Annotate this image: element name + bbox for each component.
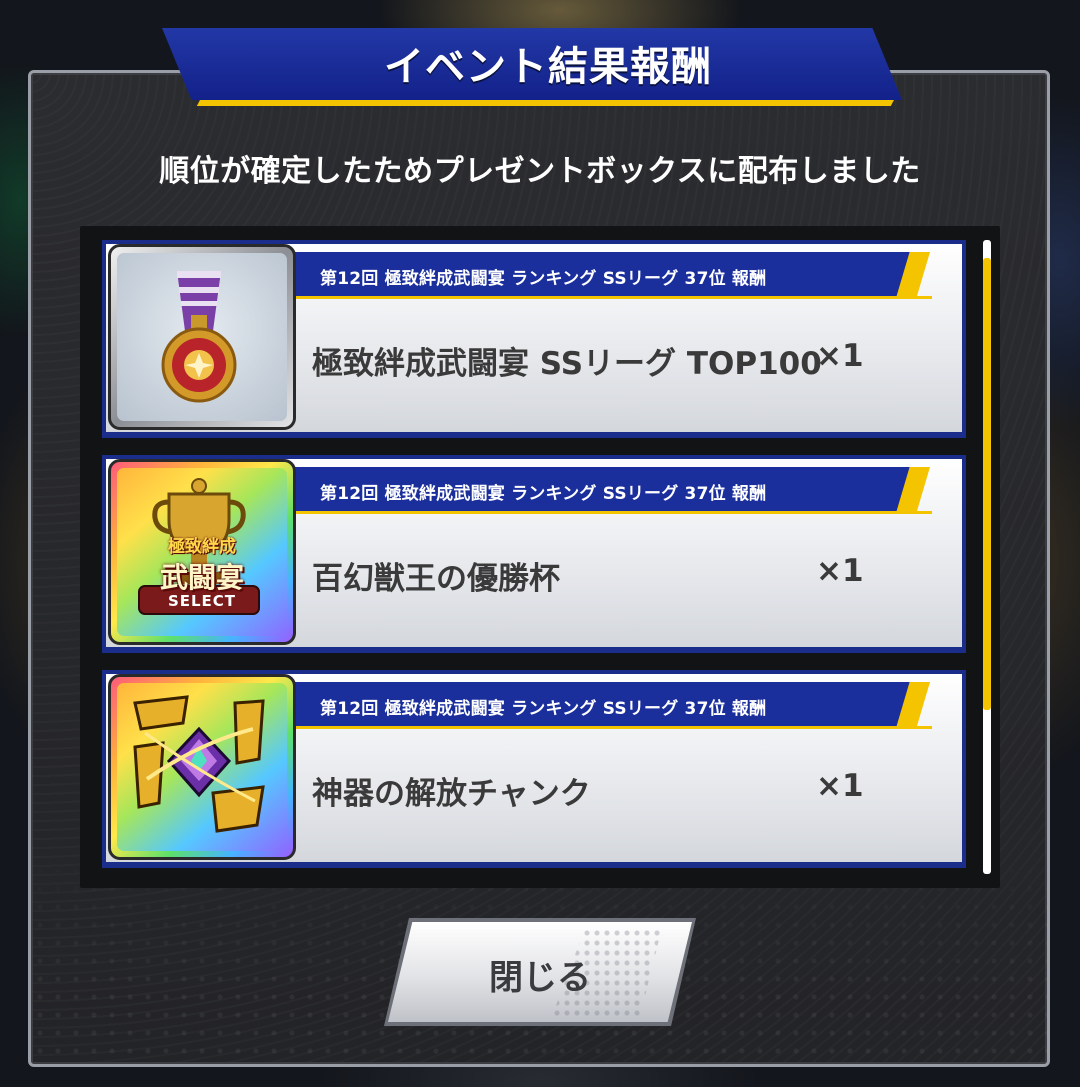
reward-source-label: 第12回 極致絆成武闘宴 ランキング SSリーグ 37位 報酬 [320,699,767,719]
reward-item-name: 神器の解放チャンク [312,776,591,812]
reward-source-label: 第12回 極致絆成武闘宴 ランキング SSリーグ 37位 報酬 [320,484,767,504]
reward-card-header-line [292,296,932,299]
scrollbar-thumb[interactable] [983,258,991,710]
title-banner: イベント結果報酬 [162,20,934,116]
close-button[interactable]: 閉じる [384,918,696,1026]
reward-item-quantity: ×1 [816,338,864,374]
medal-icon [117,253,287,421]
reward-item-quantity: ×1 [816,553,864,589]
trophy-icon-label-bottom: SELECT [167,592,237,610]
reward-source-label: 第12回 極致絆成武闘宴 ランキング SSリーグ 37位 報酬 [320,269,767,289]
reward-item-name: 百幻獣王の優勝杯 [312,561,560,597]
chunk-icon [117,683,287,851]
reward-card: 第12回 極致絆成武闘宴 ランキング SSリーグ 37位 報酬 神器の解放チャン… [102,670,966,868]
trophy-icon-label-mid: 武闘宴 [159,561,244,594]
trophy-icon-label-top: 極致絆成 [168,537,236,557]
reward-icon-frame [108,244,296,430]
dialog-title: イベント結果報酬 [384,44,712,90]
reward-icon-frame [108,674,296,860]
close-button-label: 閉じる [489,958,591,998]
reward-card-header-line [292,511,932,514]
reward-icon-frame: 極致絆成 武闘宴 SELECT [108,459,296,645]
reward-item-quantity: ×1 [816,768,864,804]
trophy-icon: 極致絆成 武闘宴 SELECT [117,468,287,636]
reward-item-name: 極致絆成武闘宴 SSリーグ TOP100 [312,346,822,382]
dialog-subtitle: 順位が確定したためプレゼントボックスに配布しました [159,154,921,189]
reward-card: 第12回 極致絆成武闘宴 ランキング SSリーグ 37位 報酬 極致絆成武闘宴 … [102,240,966,438]
reward-card-header-line [292,726,932,729]
reward-card: 第12回 極致絆成武闘宴 ランキング SSリーグ 37位 報酬 百幻獣王の優勝杯… [102,455,966,653]
